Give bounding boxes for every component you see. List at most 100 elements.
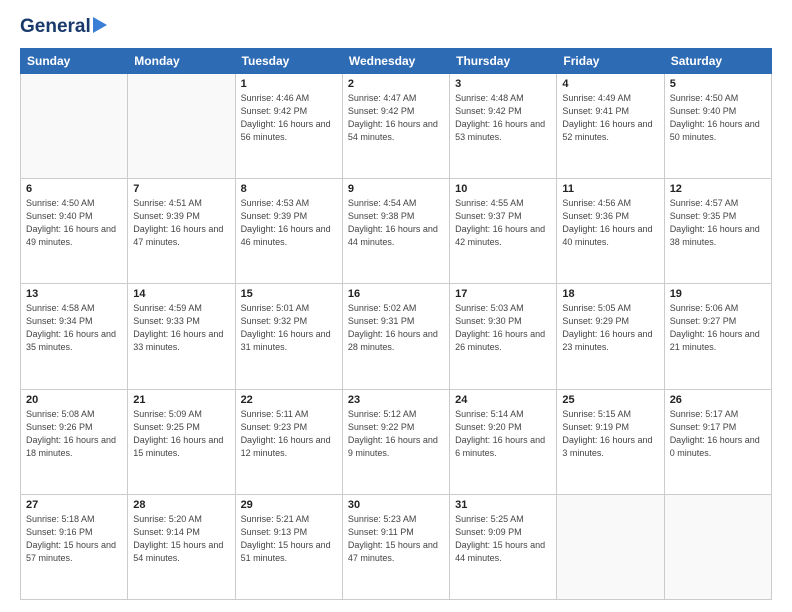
day-number: 31: [455, 499, 551, 511]
day-number: 6: [26, 183, 122, 195]
day-number: 17: [455, 288, 551, 300]
day-info: Sunrise: 5:06 AMSunset: 9:27 PMDaylight:…: [670, 302, 766, 354]
day-number: 12: [670, 183, 766, 195]
calendar-table: SundayMondayTuesdayWednesdayThursdayFrid…: [20, 48, 772, 600]
day-number: 11: [562, 183, 658, 195]
day-number: 18: [562, 288, 658, 300]
day-info: Sunrise: 5:01 AMSunset: 9:32 PMDaylight:…: [241, 302, 337, 354]
calendar-cell: 10 Sunrise: 4:55 AMSunset: 9:37 PMDayligh…: [450, 179, 557, 284]
calendar-cell: 31 Sunrise: 5:25 AMSunset: 9:09 PMDayligh…: [450, 494, 557, 599]
calendar-cell: 30 Sunrise: 5:23 AMSunset: 9:11 PMDayligh…: [342, 494, 449, 599]
day-header-thursday: Thursday: [450, 48, 557, 73]
calendar-week-1: 6Sunrise: 4:50 AMSunset: 9:40 PMDaylight…: [21, 179, 772, 284]
calendar-cell: 8Sunrise: 4:53 AMSunset: 9:39 PMDaylight…: [235, 179, 342, 284]
day-info: Sunrise: 4:54 AMSunset: 9:38 PMDaylight:…: [348, 197, 444, 249]
calendar-cell: [664, 494, 771, 599]
day-info: Sunrise: 4:59 AMSunset: 9:33 PMDaylight:…: [133, 302, 229, 354]
calendar-cell: 6Sunrise: 4:50 AMSunset: 9:40 PMDaylight…: [21, 179, 128, 284]
day-info: Sunrise: 4:53 AMSunset: 9:39 PMDaylight:…: [241, 197, 337, 249]
calendar-cell: 17Sunrise: 5:03 AMSunset: 9:30 PMDayligh…: [450, 284, 557, 389]
calendar-cell: 21 Sunrise: 5:09 AMSunset: 9:25 PMDayligh…: [128, 389, 235, 494]
day-header-wednesday: Wednesday: [342, 48, 449, 73]
day-number: 7: [133, 183, 229, 195]
day-number: 5: [670, 78, 766, 90]
calendar-cell: 12 Sunrise: 4:57 AMSunset: 9:35 PMDayligh…: [664, 179, 771, 284]
day-header-monday: Monday: [128, 48, 235, 73]
calendar-cell: 11Sunrise: 4:56 AMSunset: 9:36 PMDayligh…: [557, 179, 664, 284]
day-number: 20: [26, 394, 122, 406]
calendar-cell: [21, 73, 128, 178]
calendar-cell: 4 Sunrise: 4:49 AMSunset: 9:41 PMDaylight…: [557, 73, 664, 178]
day-info: Sunrise: 5:09 AMSunset: 9:25 PMDaylight:…: [133, 408, 229, 460]
calendar-cell: 20 Sunrise: 5:08 AMSunset: 9:26 PMDayligh…: [21, 389, 128, 494]
day-info: Sunrise: 4:57 AMSunset: 9:35 PMDaylight:…: [670, 197, 766, 249]
day-number: 29: [241, 499, 337, 511]
day-number: 4: [562, 78, 658, 90]
logo-triangle-icon: [93, 17, 107, 33]
day-info: Sunrise: 5:25 AMSunset: 9:09 PMDaylight:…: [455, 513, 551, 565]
calendar-cell: 15 Sunrise: 5:01 AMSunset: 9:32 PMDayligh…: [235, 284, 342, 389]
day-info: Sunrise: 5:21 AMSunset: 9:13 PMDaylight:…: [241, 513, 337, 565]
day-number: 14: [133, 288, 229, 300]
day-number: 24: [455, 394, 551, 406]
day-info: Sunrise: 5:15 AMSunset: 9:19 PMDaylight:…: [562, 408, 658, 460]
day-info: Sunrise: 5:14 AMSunset: 9:20 PMDaylight:…: [455, 408, 551, 460]
day-info: Sunrise: 4:47 AMSunset: 9:42 PMDaylight:…: [348, 92, 444, 144]
day-header-sunday: Sunday: [21, 48, 128, 73]
day-info: Sunrise: 5:12 AMSunset: 9:22 PMDaylight:…: [348, 408, 444, 460]
day-info: Sunrise: 5:23 AMSunset: 9:11 PMDaylight:…: [348, 513, 444, 565]
calendar-cell: 18Sunrise: 5:05 AMSunset: 9:29 PMDayligh…: [557, 284, 664, 389]
day-number: 19: [670, 288, 766, 300]
day-info: Sunrise: 4:49 AMSunset: 9:41 PMDaylight:…: [562, 92, 658, 144]
day-number: 25: [562, 394, 658, 406]
day-info: Sunrise: 5:02 AMSunset: 9:31 PMDaylight:…: [348, 302, 444, 354]
day-number: 9: [348, 183, 444, 195]
day-info: Sunrise: 5:08 AMSunset: 9:26 PMDaylight:…: [26, 408, 122, 460]
day-number: 26: [670, 394, 766, 406]
day-info: Sunrise: 5:17 AMSunset: 9:17 PMDaylight:…: [670, 408, 766, 460]
day-number: 15: [241, 288, 337, 300]
day-info: Sunrise: 5:20 AMSunset: 9:14 PMDaylight:…: [133, 513, 229, 565]
day-number: 13: [26, 288, 122, 300]
calendar-cell: 1 Sunrise: 4:46 AMSunset: 9:42 PMDaylight…: [235, 73, 342, 178]
day-number: 2: [348, 78, 444, 90]
calendar-cell: 2 Sunrise: 4:47 AMSunset: 9:42 PMDaylight…: [342, 73, 449, 178]
day-number: 1: [241, 78, 337, 90]
calendar-cell: 16 Sunrise: 5:02 AMSunset: 9:31 PMDayligh…: [342, 284, 449, 389]
calendar-cell: 9 Sunrise: 4:54 AMSunset: 9:38 PMDaylight…: [342, 179, 449, 284]
calendar-cell: 24 Sunrise: 5:14 AMSunset: 9:20 PMDayligh…: [450, 389, 557, 494]
day-info: Sunrise: 4:48 AMSunset: 9:42 PMDaylight:…: [455, 92, 551, 144]
calendar-week-2: 13Sunrise: 4:58 AMSunset: 9:34 PMDayligh…: [21, 284, 772, 389]
day-number: 3: [455, 78, 551, 90]
page: General SundayMondayTuesdayWednesdayThur…: [0, 0, 792, 612]
calendar-cell: 28Sunrise: 5:20 AMSunset: 9:14 PMDayligh…: [128, 494, 235, 599]
calendar-cell: 7 Sunrise: 4:51 AMSunset: 9:39 PMDaylight…: [128, 179, 235, 284]
logo-general: General: [20, 16, 91, 37]
calendar-cell: 13Sunrise: 4:58 AMSunset: 9:34 PMDayligh…: [21, 284, 128, 389]
day-number: 22: [241, 394, 337, 406]
day-number: 21: [133, 394, 229, 406]
calendar-cell: 27Sunrise: 5:18 AMSunset: 9:16 PMDayligh…: [21, 494, 128, 599]
calendar-header-row: SundayMondayTuesdayWednesdayThursdayFrid…: [21, 48, 772, 73]
day-info: Sunrise: 4:51 AMSunset: 9:39 PMDaylight:…: [133, 197, 229, 249]
day-info: Sunrise: 4:46 AMSunset: 9:42 PMDaylight:…: [241, 92, 337, 144]
logo: General: [20, 16, 107, 38]
day-header-friday: Friday: [557, 48, 664, 73]
day-number: 30: [348, 499, 444, 511]
calendar-cell: 26 Sunrise: 5:17 AMSunset: 9:17 PMDayligh…: [664, 389, 771, 494]
day-info: Sunrise: 5:18 AMSunset: 9:16 PMDaylight:…: [26, 513, 122, 565]
day-info: Sunrise: 4:55 AMSunset: 9:37 PMDaylight:…: [455, 197, 551, 249]
calendar-cell: 25 Sunrise: 5:15 AMSunset: 9:19 PMDayligh…: [557, 389, 664, 494]
day-header-tuesday: Tuesday: [235, 48, 342, 73]
calendar-cell: [557, 494, 664, 599]
day-number: 10: [455, 183, 551, 195]
calendar-cell: 23Sunrise: 5:12 AMSunset: 9:22 PMDayligh…: [342, 389, 449, 494]
calendar-cell: 29 Sunrise: 5:21 AMSunset: 9:13 PMDayligh…: [235, 494, 342, 599]
day-info: Sunrise: 5:11 AMSunset: 9:23 PMDaylight:…: [241, 408, 337, 460]
calendar-cell: 22 Sunrise: 5:11 AMSunset: 9:23 PMDayligh…: [235, 389, 342, 494]
day-header-saturday: Saturday: [664, 48, 771, 73]
day-info: Sunrise: 4:50 AMSunset: 9:40 PMDaylight:…: [670, 92, 766, 144]
day-number: 16: [348, 288, 444, 300]
calendar-week-0: 1 Sunrise: 4:46 AMSunset: 9:42 PMDaylight…: [21, 73, 772, 178]
calendar-cell: 19 Sunrise: 5:06 AMSunset: 9:27 PMDayligh…: [664, 284, 771, 389]
